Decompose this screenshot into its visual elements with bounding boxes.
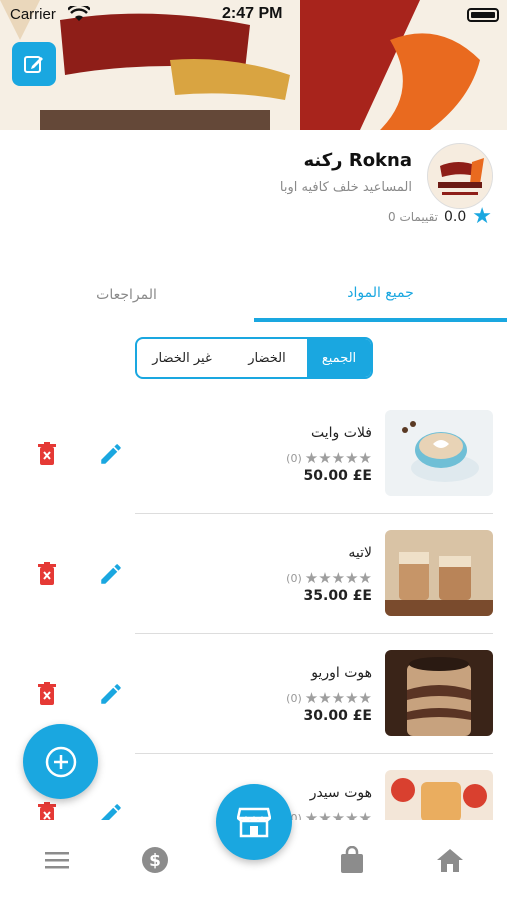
filter-nonveg[interactable]: غير الخضار bbox=[137, 339, 227, 377]
star-icon: ★ bbox=[472, 204, 492, 229]
nav-earnings[interactable]: $ bbox=[139, 844, 171, 876]
plus-circle-icon bbox=[45, 746, 76, 777]
product-price: 50.00 £E bbox=[303, 468, 372, 484]
edit-product-button[interactable] bbox=[96, 559, 126, 589]
product-name: فلات وايت bbox=[311, 425, 372, 441]
category-filter: الجميع الخضار غير الخضار bbox=[135, 337, 373, 379]
rating-value: 0.0 bbox=[444, 209, 467, 225]
home-icon bbox=[437, 849, 463, 872]
product-rating: (0) ★★★★★ bbox=[286, 451, 372, 466]
filter-all[interactable]: الجميع bbox=[307, 339, 371, 377]
delete-icon bbox=[38, 562, 56, 585]
wifi-icon bbox=[68, 6, 90, 21]
list-item[interactable]: فلات وايت (0) ★★★★★ 50.00 £E bbox=[0, 395, 507, 515]
menu-icon bbox=[45, 852, 69, 869]
edit-square-icon bbox=[24, 56, 43, 73]
pencil-icon bbox=[101, 444, 121, 464]
dollar-icon: $ bbox=[142, 847, 168, 873]
tab-all-products[interactable]: جميع المواد bbox=[254, 268, 507, 322]
product-name: هوت اوريو bbox=[311, 665, 372, 681]
store-button[interactable] bbox=[216, 784, 292, 860]
product-price: 35.00 £E bbox=[303, 588, 372, 604]
nav-menu[interactable] bbox=[41, 844, 73, 876]
product-image bbox=[385, 530, 493, 616]
product-image bbox=[385, 410, 493, 496]
product-rating: (0) ★★★★★ bbox=[286, 571, 372, 586]
product-name: هوت سيدر bbox=[309, 785, 372, 801]
store-address: المساعيد خلف كافيه اوبا bbox=[279, 180, 412, 195]
delete-product-button[interactable] bbox=[34, 440, 60, 468]
product-name: لاتيه bbox=[348, 545, 372, 561]
delete-product-button[interactable] bbox=[34, 560, 60, 588]
battery-icon bbox=[467, 8, 499, 22]
rating-count: (0) bbox=[286, 452, 302, 465]
star-icon: ★★★★★ bbox=[304, 689, 372, 707]
product-price: 30.00 £E bbox=[303, 708, 372, 724]
divider bbox=[135, 753, 493, 754]
clock: 2:47 PM bbox=[222, 5, 283, 22]
delete-product-button[interactable] bbox=[34, 680, 60, 708]
divider bbox=[135, 513, 493, 514]
list-item[interactable]: لاتيه (0) ★★★★★ 35.00 £E bbox=[0, 515, 507, 635]
store-logo bbox=[427, 143, 493, 209]
reviews-count: 0 تقييمات bbox=[388, 210, 438, 224]
bag-icon bbox=[341, 846, 363, 873]
star-icon: ★★★★★ bbox=[304, 449, 372, 467]
rating-count: (0) bbox=[286, 572, 302, 585]
tab-bar: المراجعات جميع المواد bbox=[0, 268, 507, 322]
edit-product-button[interactable] bbox=[96, 679, 126, 709]
svg-text:$: $ bbox=[149, 851, 161, 871]
store-rating: 0 تقييمات 0.0 ★ bbox=[388, 206, 492, 228]
pencil-icon bbox=[101, 684, 121, 704]
delete-icon bbox=[38, 682, 56, 705]
pencil-icon bbox=[101, 564, 121, 584]
filter-veg[interactable]: الخضار bbox=[227, 339, 307, 377]
nav-orders[interactable] bbox=[336, 844, 368, 876]
rating-count: (0) bbox=[286, 692, 302, 705]
product-image bbox=[385, 650, 493, 736]
star-icon: ★★★★★ bbox=[304, 569, 372, 587]
store-logo-artwork bbox=[428, 144, 492, 208]
product-rating: (0) ★★★★★ bbox=[286, 691, 372, 706]
edit-product-button[interactable] bbox=[96, 439, 126, 469]
tab-reviews[interactable]: المراجعات bbox=[0, 268, 253, 322]
divider bbox=[135, 633, 493, 634]
store-name: Rokna ركنه bbox=[303, 150, 412, 171]
status-bar: Carrier 2:47 PM bbox=[0, 0, 507, 30]
nav-home[interactable] bbox=[434, 844, 466, 876]
edit-banner-button[interactable] bbox=[12, 42, 56, 86]
delete-icon bbox=[38, 442, 56, 465]
carrier-label: Carrier bbox=[10, 6, 56, 23]
store-icon bbox=[237, 807, 271, 838]
add-product-button[interactable] bbox=[23, 724, 98, 799]
